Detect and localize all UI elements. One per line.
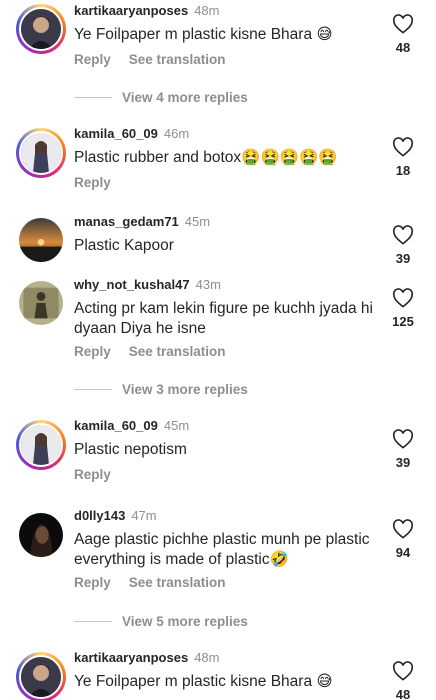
comment-meta: kartikaaryanposes 48m [74,650,219,665]
like-button[interactable]: 48 [390,661,416,700]
like-count: 48 [395,687,411,700]
heart-outline-icon[interactable] [392,225,414,245]
heart-outline-icon[interactable] [392,429,414,449]
comment-meta: d0lly143 47m [74,508,157,523]
see-translation-button[interactable]: See translation [129,52,226,67]
comment-text: Plastic rubber and botox🤮🤮🤮🤮🤮 [74,149,338,166]
like-count: 39 [395,251,411,266]
reply-button[interactable]: Reply [74,344,111,359]
divider [74,389,112,390]
username[interactable]: manas_gedam71 [74,214,179,229]
heart-outline-icon[interactable] [392,288,414,308]
view-more-replies-label[interactable]: View 4 more replies [122,90,248,105]
like-button[interactable]: 48 [390,14,416,55]
username[interactable]: kartikaaryanposes [74,3,188,18]
view-more-replies[interactable]: View 5 more replies [74,614,248,629]
timestamp: 46m [163,126,190,141]
like-button[interactable]: 39 [390,225,416,266]
comment-meta: why_not_kushal47 43m [74,277,221,292]
view-more-replies[interactable]: View 3 more replies [74,382,248,397]
comment-actions: Reply See translation [74,52,244,67]
comment-actions: Reply See translation [74,344,244,359]
avatar[interactable] [16,128,66,178]
reply-button[interactable]: Reply [74,52,111,67]
heart-outline-icon[interactable] [392,519,414,539]
timestamp: 45m [184,214,211,229]
timestamp: 47m [131,508,157,523]
avatar[interactable] [16,420,66,470]
timestamp: 45m [163,418,190,433]
like-count: 39 [395,455,411,470]
comment-text: Ye Foilpaper m plastic kisne Bhara 😅 [74,26,333,43]
heart-outline-icon[interactable] [392,137,414,157]
comment-text: Ye Foilpaper m plastic kisne Bhara 😅 [74,673,333,690]
like-button[interactable]: 125 [390,288,416,329]
avatar[interactable] [16,4,66,54]
comment-meta: kamila_60_09 45m [74,418,189,433]
see-translation-button[interactable]: See translation [129,344,226,359]
timestamp: 48m [194,650,220,665]
comment-meta: manas_gedam71 45m [74,214,210,229]
avatar[interactable] [16,652,66,700]
reply-button[interactable]: Reply [74,175,111,190]
comment-text: Acting pr kam lekin figure pe kuchh jyad… [74,300,373,337]
comment-text: Plastic nepotism [74,441,187,458]
like-button[interactable]: 39 [390,429,416,470]
like-count: 94 [395,545,411,560]
username[interactable]: kartikaaryanposes [74,650,188,665]
username[interactable]: why_not_kushal47 [74,277,190,292]
comment-text: Aage plastic pichhe plastic munh pe plas… [74,531,370,568]
divider [74,97,112,98]
like-count: 18 [395,163,411,178]
username[interactable]: d0lly143 [74,508,125,523]
comment-actions: Reply [74,175,129,190]
like-button[interactable]: 18 [390,137,416,178]
view-more-replies-label[interactable]: View 3 more replies [122,382,248,397]
comment-meta: kamila_60_09 46m [74,126,189,141]
comment-actions: Reply [74,467,129,482]
see-translation-button[interactable]: See translation [129,575,226,590]
like-count: 48 [395,40,411,55]
divider [74,621,112,622]
avatar[interactable] [19,218,63,262]
timestamp: 43m [195,277,221,292]
reply-button[interactable]: Reply [74,467,111,482]
comment-meta: kartikaaryanposes 48m [74,3,219,18]
comment-text: Plastic Kapoor [74,237,174,254]
view-more-replies-label[interactable]: View 5 more replies [122,614,248,629]
reply-button[interactable]: Reply [74,575,111,590]
view-more-replies[interactable]: View 4 more replies [74,90,248,105]
heart-outline-icon[interactable] [392,14,414,34]
username[interactable]: kamila_60_09 [74,126,158,141]
avatar[interactable] [19,281,63,325]
like-count: 125 [392,314,414,329]
heart-outline-icon[interactable] [392,661,414,681]
username[interactable]: kamila_60_09 [74,418,158,433]
like-button[interactable]: 94 [390,519,416,560]
comment-actions: Reply See translation [74,575,244,590]
timestamp: 48m [194,3,220,18]
avatar[interactable] [19,513,63,557]
